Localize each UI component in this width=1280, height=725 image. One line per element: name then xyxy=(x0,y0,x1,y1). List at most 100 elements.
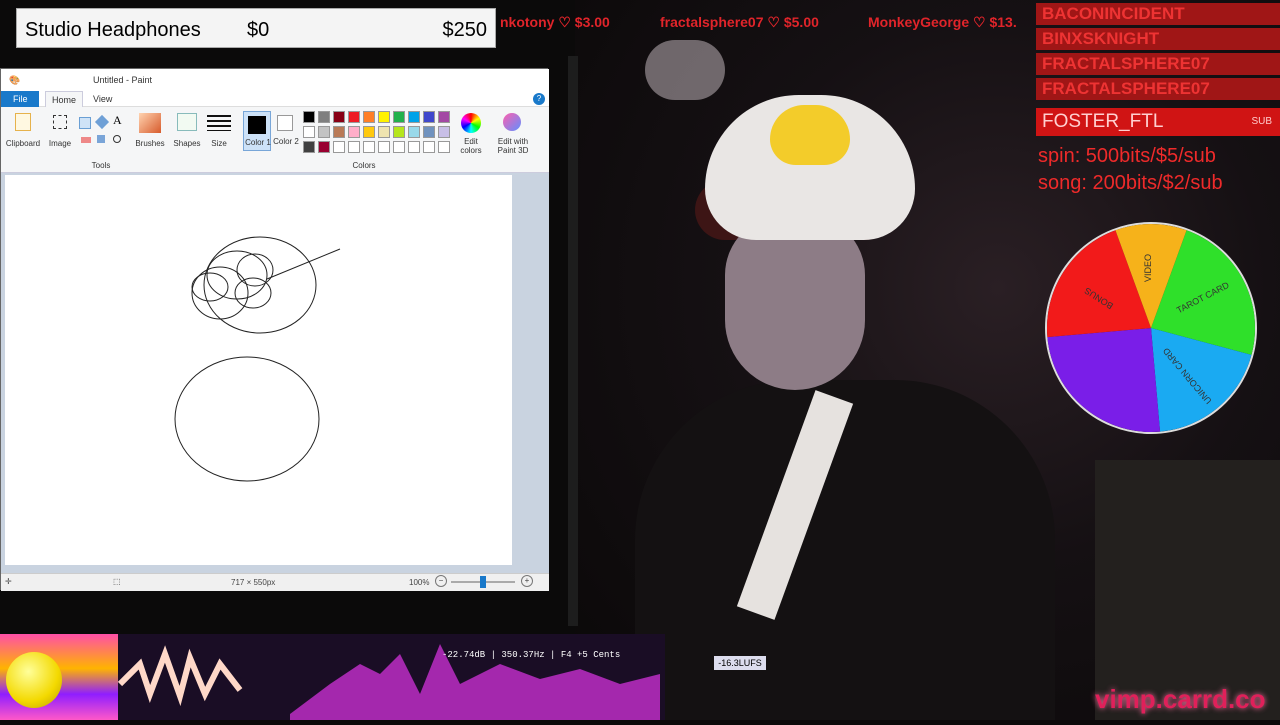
palette-swatch[interactable] xyxy=(438,141,450,153)
palette-swatch[interactable] xyxy=(348,141,360,153)
cursor-position-icon: ✛ xyxy=(5,577,12,586)
text-tool-icon[interactable]: A xyxy=(113,113,122,128)
brand-url: vimp.carrd.co xyxy=(1095,684,1266,714)
paint-ribbon: Clipboard Image A Tools Brushes Shapes S… xyxy=(1,107,549,173)
palette-swatch[interactable] xyxy=(348,111,360,123)
palette-swatch[interactable] xyxy=(378,141,390,153)
canvas-drawing xyxy=(174,236,341,482)
color-picker-icon[interactable] xyxy=(97,135,105,143)
hood-ear xyxy=(645,40,725,100)
loudness-meter: -16.3LUFS xyxy=(714,656,766,670)
palette-swatch[interactable] xyxy=(318,141,330,153)
wheel-label: VIDEO xyxy=(1143,254,1153,282)
tab-home[interactable]: Home xyxy=(45,91,84,107)
tab-view[interactable]: View xyxy=(87,91,118,107)
tab-file[interactable]: File xyxy=(1,91,39,107)
goal-current: $0 xyxy=(247,19,270,41)
zoom-in-button[interactable]: + xyxy=(521,575,533,587)
chat-name-row: FRACTALSPHERE07 xyxy=(1036,53,1280,75)
edit-colors-label[interactable]: Edit colors xyxy=(453,137,489,155)
palette-swatch[interactable] xyxy=(423,141,435,153)
vertical-scrollbar[interactable] xyxy=(568,56,578,626)
zoom-slider[interactable] xyxy=(451,576,515,588)
zoom-out-button[interactable]: − xyxy=(435,575,447,587)
palette-swatch[interactable] xyxy=(333,126,345,138)
palette-swatch[interactable] xyxy=(318,126,330,138)
penguin-beak xyxy=(770,105,850,165)
yellow-orb-visual xyxy=(6,652,62,708)
tools-group-label: Tools xyxy=(91,161,111,170)
size-button-label[interactable]: Size xyxy=(203,139,235,148)
zoom-slider-thumb[interactable] xyxy=(480,576,486,588)
donation-entry: nkotony ♡ $3.00 xyxy=(500,14,610,30)
color1-label: Color 1 xyxy=(245,138,271,147)
clipboard-icon[interactable] xyxy=(15,113,31,131)
clipboard-button-label[interactable]: Clipboard xyxy=(3,139,43,148)
paint-menubar: File Home View ? xyxy=(1,91,549,107)
edit-colors-icon[interactable] xyxy=(461,113,481,133)
palette-swatch[interactable] xyxy=(438,126,450,138)
colors-group-label: Colors xyxy=(352,161,376,170)
palette-swatch[interactable] xyxy=(378,126,390,138)
shapes-icon[interactable] xyxy=(177,113,197,131)
palette-swatch[interactable] xyxy=(363,141,375,153)
donation-entry: fractalsphere07 ♡ $5.00 xyxy=(660,14,819,30)
canvas-area xyxy=(1,173,549,573)
fill-icon[interactable] xyxy=(94,114,110,130)
brushes-button-label[interactable]: Brushes xyxy=(131,139,169,148)
streamer-body xyxy=(635,380,1055,720)
canvas-dimensions: 717 × 550px xyxy=(231,578,276,587)
palette-swatch[interactable] xyxy=(438,111,450,123)
chat-name-row: BINXSKNIGHT xyxy=(1036,28,1280,50)
paint-window: 🎨 Untitled - Paint File Home View ? Clip… xyxy=(0,68,549,591)
chat-name-row: BACONINCIDENT xyxy=(1036,3,1280,25)
palette-swatch[interactable] xyxy=(363,126,375,138)
palette-swatch[interactable] xyxy=(318,111,330,123)
palette-swatch[interactable] xyxy=(378,111,390,123)
palette-swatch[interactable] xyxy=(408,126,420,138)
palette-swatch[interactable] xyxy=(423,111,435,123)
edit-with-paint3d-label[interactable]: Edit with Paint 3D xyxy=(491,137,535,155)
palette-swatch[interactable] xyxy=(303,126,315,138)
palette-swatch[interactable] xyxy=(363,111,375,123)
brushes-icon[interactable] xyxy=(139,113,161,133)
palette-swatch[interactable] xyxy=(393,111,405,123)
palette-swatch[interactable] xyxy=(348,126,360,138)
palette-swatch[interactable] xyxy=(408,111,420,123)
chat-name-row: FRACTALSPHERE07 xyxy=(1036,78,1280,100)
palette-swatch[interactable] xyxy=(303,111,315,123)
palette-swatch[interactable] xyxy=(303,141,315,153)
color2-swatch[interactable] xyxy=(277,115,293,131)
size-icon[interactable] xyxy=(207,115,231,131)
audio-readout: -22.74dB | 350.37Hz | F4 +5 Cents xyxy=(442,650,621,660)
color2-label[interactable]: Color 2 xyxy=(273,137,299,146)
palette-swatch[interactable] xyxy=(423,126,435,138)
help-icon[interactable]: ? xyxy=(533,93,545,105)
image-button-label[interactable]: Image xyxy=(45,139,75,148)
palette-swatch[interactable] xyxy=(333,111,345,123)
paint3d-icon[interactable] xyxy=(503,113,521,131)
palette-swatch[interactable] xyxy=(333,141,345,153)
subscriber-banner: FOSTER_FTL SUB xyxy=(1036,108,1280,136)
palette-swatch[interactable] xyxy=(393,141,405,153)
pencil-icon[interactable] xyxy=(79,117,91,129)
paint-titlebar: 🎨 Untitled - Paint xyxy=(1,69,549,91)
goal-item-name: Studio Headphones xyxy=(25,19,201,41)
background-chair xyxy=(1095,460,1280,720)
select-icon[interactable] xyxy=(53,115,67,129)
selection-size-icon: ⬚ xyxy=(113,577,121,586)
drawing-canvas[interactable] xyxy=(5,175,512,565)
zoom-level: 100% xyxy=(409,578,430,587)
paint-app-icon: 🎨 xyxy=(9,75,21,85)
palette-swatch[interactable] xyxy=(408,141,420,153)
wheel-segment xyxy=(1047,328,1161,432)
prize-wheel-svg: TAROT CARDUNICORN CARDBONUSVIDEO xyxy=(1047,224,1255,432)
magnifier-icon[interactable] xyxy=(113,135,121,143)
palette-swatch[interactable] xyxy=(393,126,405,138)
eraser-icon[interactable] xyxy=(81,137,91,143)
color1-button[interactable]: Color 1 xyxy=(243,111,271,151)
streamer-face xyxy=(725,215,865,390)
goal-banner: Studio Headphones $0 $250 xyxy=(16,8,496,48)
color1-swatch xyxy=(248,116,266,134)
shapes-button-label[interactable]: Shapes xyxy=(169,139,205,148)
